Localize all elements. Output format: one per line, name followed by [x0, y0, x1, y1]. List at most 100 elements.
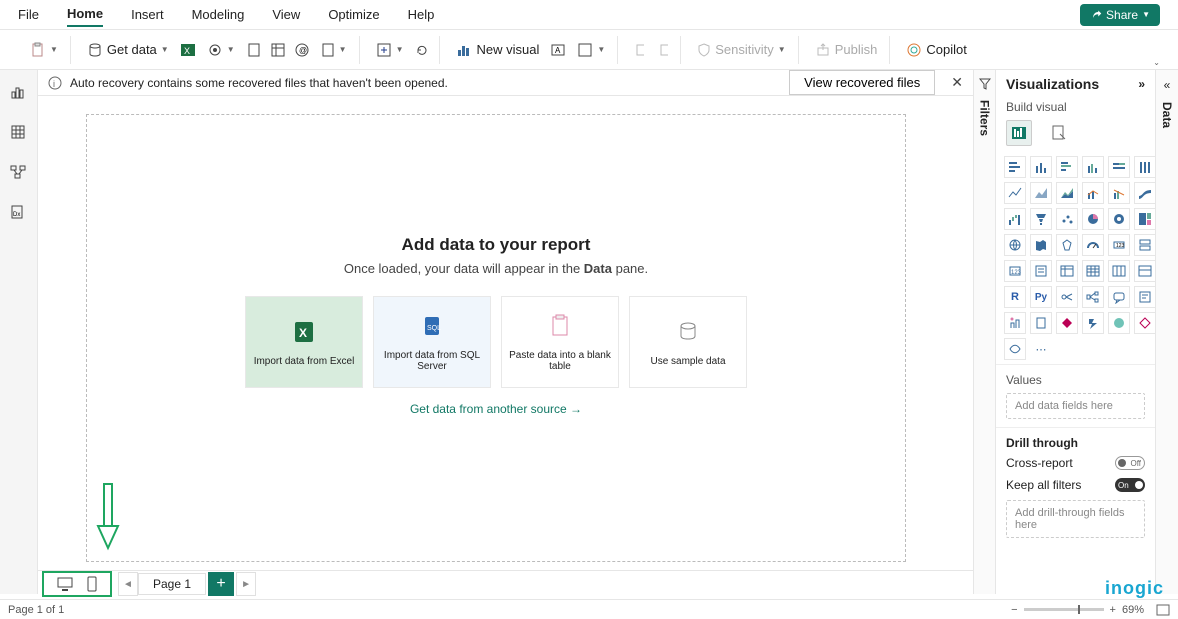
viz-gauge-icon[interactable]	[1082, 234, 1104, 256]
desktop-layout-icon[interactable]	[56, 576, 74, 592]
model-view-icon[interactable]	[10, 164, 28, 182]
more-visuals-button[interactable]: ▼	[573, 40, 609, 60]
zoom-out-button[interactable]: −	[1011, 604, 1017, 616]
format-visual-tab[interactable]	[1046, 120, 1072, 146]
viz-line-stacked-column-icon[interactable]	[1082, 182, 1104, 204]
menu-modeling[interactable]: Modeling	[192, 3, 245, 26]
quick-measure-icon[interactable]	[654, 41, 672, 59]
dax-view-icon[interactable]: Dx	[10, 204, 28, 222]
mobile-layout-icon[interactable]	[86, 576, 98, 592]
add-page-button[interactable]: +	[208, 572, 234, 596]
viz-clustered-column-icon[interactable]	[1082, 156, 1104, 178]
paste-data-card[interactable]: Paste data into a blank table	[501, 296, 619, 388]
viz-azure-map-icon[interactable]	[1056, 234, 1078, 256]
filters-pane[interactable]: Filters	[974, 70, 996, 594]
viz-stacked-bar-icon[interactable]	[1004, 156, 1026, 178]
viz-table2-icon[interactable]	[1108, 260, 1130, 282]
viz-stacked-column-icon[interactable]	[1030, 156, 1052, 178]
paste-button[interactable]: ▼	[26, 40, 62, 60]
zoom-slider[interactable]	[1024, 608, 1104, 611]
tab-next-button[interactable]: ►	[236, 572, 256, 596]
expand-icon[interactable]: »	[1138, 77, 1145, 91]
viz-powerapps-icon[interactable]	[1056, 312, 1078, 334]
viz-scatter-icon[interactable]	[1056, 208, 1078, 230]
collapse-icon[interactable]: «	[1164, 78, 1171, 92]
cross-report-toggle[interactable]: Off	[1115, 456, 1145, 470]
viz-narrative-icon[interactable]	[1134, 286, 1156, 308]
menu-view[interactable]: View	[272, 3, 300, 26]
transform-data-button[interactable]: ▼	[372, 40, 408, 60]
viz-area-icon[interactable]	[1030, 182, 1052, 204]
text-box-icon[interactable]: A	[549, 41, 567, 59]
viz-table-icon[interactable]	[1056, 260, 1078, 282]
viz-paginated-icon[interactable]	[1030, 312, 1052, 334]
report-page[interactable]: Add data to your report Once loaded, you…	[86, 114, 906, 562]
tab-prev-button[interactable]: ◄	[118, 572, 138, 596]
viz-matrix2-icon[interactable]	[1134, 260, 1156, 282]
view-recovered-button[interactable]: View recovered files	[789, 70, 935, 95]
viz-custom-icon[interactable]	[1004, 338, 1026, 360]
viz-clustered-bar-icon[interactable]	[1056, 156, 1078, 178]
viz-map-icon[interactable]	[1004, 234, 1026, 256]
viz-matrix-icon[interactable]	[1082, 260, 1104, 282]
sql-icon[interactable]	[245, 41, 263, 59]
share-button[interactable]: Share ▼	[1080, 4, 1160, 26]
viz-key-influencers-icon[interactable]	[1056, 286, 1078, 308]
fit-page-icon[interactable]	[1156, 604, 1170, 616]
build-visual-tab[interactable]	[1006, 120, 1032, 146]
sensitivity-button[interactable]: Sensitivity ▼	[693, 40, 789, 60]
another-source-link[interactable]: Get data from another source →	[410, 402, 582, 416]
viz-sparkline-icon[interactable]	[1134, 312, 1156, 334]
dataverse-icon[interactable]: @	[293, 41, 311, 59]
refresh-icon[interactable]	[413, 41, 431, 59]
copilot-button[interactable]: Copilot	[902, 40, 970, 60]
viz-funnel-icon[interactable]	[1030, 208, 1052, 230]
viz-100-stacked-column-icon[interactable]	[1134, 156, 1156, 178]
viz-qna-icon[interactable]	[1108, 286, 1130, 308]
drill-field-well[interactable]: Add drill-through fields here	[1006, 500, 1145, 538]
viz-treemap-icon[interactable]	[1134, 208, 1156, 230]
get-data-button[interactable]: Get data ▼	[83, 40, 173, 60]
values-field-well[interactable]: Add data fields here	[1006, 393, 1145, 419]
keep-filters-toggle[interactable]: On	[1115, 478, 1145, 492]
close-icon[interactable]: ✕	[951, 74, 963, 91]
viz-line-icon[interactable]	[1004, 182, 1026, 204]
viz-stacked-area-icon[interactable]	[1056, 182, 1078, 204]
menu-home[interactable]: Home	[67, 2, 103, 27]
menu-help[interactable]: Help	[408, 3, 435, 26]
viz-line-clustered-column-icon[interactable]	[1108, 182, 1130, 204]
page-tab-1[interactable]: Page 1	[138, 573, 206, 595]
new-measure-icon[interactable]	[630, 41, 648, 59]
viz-filled-map-icon[interactable]	[1030, 234, 1052, 256]
viz-card-icon[interactable]: 123	[1108, 234, 1130, 256]
publish-button[interactable]: Publish	[811, 40, 882, 60]
data-pane[interactable]: « Data	[1156, 70, 1178, 594]
viz-slicer-icon[interactable]	[1030, 260, 1052, 282]
viz-donut-icon[interactable]	[1108, 208, 1130, 230]
viz-kpi-icon[interactable]: 123	[1004, 260, 1026, 282]
import-excel-card[interactable]: X Import data from Excel	[245, 296, 363, 388]
viz-goals-icon[interactable]	[1004, 312, 1026, 334]
viz-arcgis-icon[interactable]	[1108, 312, 1130, 334]
viz-multi-row-card-icon[interactable]	[1134, 234, 1156, 256]
viz-more-icon[interactable]: ⋯	[1030, 338, 1052, 360]
report-view-icon[interactable]	[10, 84, 28, 102]
menu-optimize[interactable]: Optimize	[328, 3, 379, 26]
data-hub-button[interactable]: ▼	[203, 40, 239, 60]
zoom-in-button[interactable]: +	[1110, 604, 1116, 616]
viz-powerautomate-icon[interactable]	[1082, 312, 1104, 334]
table-view-icon[interactable]	[10, 124, 28, 142]
new-visual-button[interactable]: New visual	[452, 40, 543, 60]
viz-decomposition-icon[interactable]	[1082, 286, 1104, 308]
menu-file[interactable]: File	[18, 3, 39, 26]
menu-insert[interactable]: Insert	[131, 3, 164, 26]
viz-python-icon[interactable]: Py	[1030, 286, 1052, 308]
viz-100-stacked-bar-icon[interactable]	[1108, 156, 1130, 178]
import-sql-card[interactable]: SQL Import data from SQL Server	[373, 296, 491, 388]
viz-waterfall-icon[interactable]	[1004, 208, 1026, 230]
excel-icon[interactable]: X	[179, 41, 197, 59]
viz-r-icon[interactable]: R	[1004, 286, 1026, 308]
sample-data-card[interactable]: Use sample data	[629, 296, 747, 388]
recent-sources-button[interactable]: ▼	[317, 40, 351, 60]
viz-pie-icon[interactable]	[1082, 208, 1104, 230]
